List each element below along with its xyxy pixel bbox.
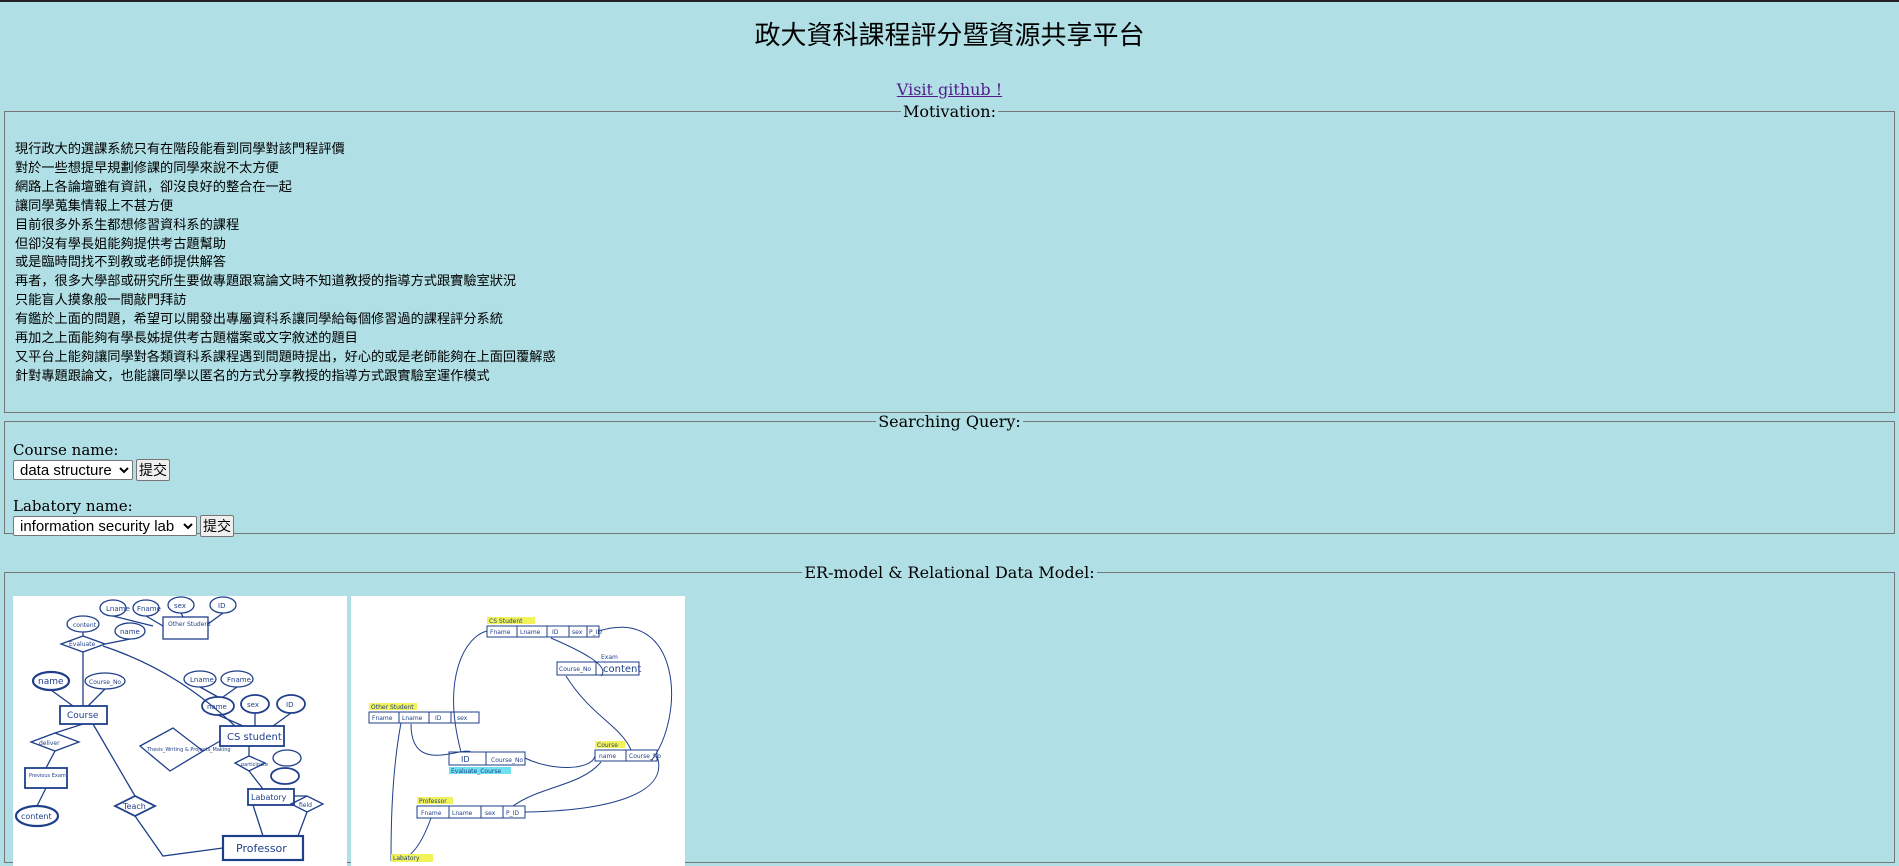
er-label: Lname <box>190 676 214 684</box>
er-legend: ER-model & Relational Data Model: <box>804 563 1095 582</box>
er-model-section: ER-model & Relational Data Model: Lname … <box>4 563 1895 866</box>
er-label: Professor <box>236 842 287 855</box>
er-label: Other Student <box>168 621 211 628</box>
rel-label: Fname <box>372 715 393 722</box>
rel-label: Lname <box>452 810 473 817</box>
er-label: Evaluate <box>69 641 96 648</box>
lab-name-select[interactable]: information security lab <box>13 516 197 536</box>
rel-label: name <box>599 753 616 760</box>
er-image-row: Lname Fname sex ID Other Student content… <box>13 596 1886 866</box>
rel-label: Course_No <box>559 666 591 673</box>
page-title: 政大資科課程評分暨資源共享平台 <box>754 21 1145 51</box>
rel-label: Course_No <box>491 757 523 764</box>
motivation-line: 對於一些想提早規劃修課的同學來說不太方便 <box>15 160 279 176</box>
searching-query-section: Searching Query: Course name: data struc… <box>4 412 1895 537</box>
rel-label: Lname <box>520 629 541 636</box>
er-label: ID <box>286 701 293 709</box>
er-label: Fname <box>137 605 161 613</box>
motivation-line: 只能盲人摸象般一間敲門拜訪 <box>15 293 187 309</box>
query-legend: Searching Query: <box>878 412 1021 431</box>
rel-label: P_ID <box>506 810 519 817</box>
er-label: name <box>207 703 227 711</box>
rel-label: ID <box>461 755 470 764</box>
er-label: ID <box>218 602 225 610</box>
motivation-line: 目前很多外系生都想修習資科系的課程 <box>15 217 240 233</box>
lab-submit-button[interactable]: 提交 <box>200 515 234 537</box>
er-label: sex <box>174 602 186 610</box>
rel-label: sex <box>457 715 468 722</box>
motivation-line: 又平台上能夠讓同學對各類資科系課程遇到問題時提出，好心的或是老師能夠在上面回覆解… <box>15 349 556 365</box>
rel-label: Course <box>597 742 618 749</box>
rel-label: Labatory <box>393 855 420 862</box>
er-label: name <box>38 677 64 687</box>
rel-label: P_ID <box>589 629 602 636</box>
er-label: name <box>120 628 140 636</box>
motivation-section: Motivation: 現行政大的選課系統只有在階段能看到同學對該門程評價 對於… <box>4 102 1895 413</box>
course-name-label: Course name: <box>13 441 119 459</box>
er-label: sex <box>247 701 259 709</box>
rel-label: Evaluate_Course <box>451 768 501 775</box>
rel-label: Fname <box>421 810 442 817</box>
rel-label: sex <box>572 629 583 636</box>
er-label: Course_No <box>89 679 121 686</box>
er-label: Teach <box>122 802 146 811</box>
course-query-row: data structure 提交 <box>13 459 1886 481</box>
rel-label: Course_No <box>629 753 661 760</box>
er-label: Lname <box>106 605 130 613</box>
rel-label: Lname <box>402 715 423 722</box>
course-name-select[interactable]: data structure <box>13 460 133 480</box>
rel-label: content <box>603 664 641 675</box>
motivation-legend: Motivation: <box>902 102 996 121</box>
er-label: content <box>73 622 97 629</box>
er-label: field <box>299 802 312 809</box>
motivation-line: 針對專題跟論文，也能讓同學以匿名的方式分享教授的指導方式跟實驗室運作模式 <box>15 368 490 384</box>
er-label: Labatory <box>251 793 287 802</box>
motivation-line: 再者，很多大學部或研究所生要做專題跟寫論文時不知道教授的指導方式跟實驗室狀況 <box>15 274 517 290</box>
motivation-line: 網路上各論壇雖有資訊，卻沒良好的整合在一起 <box>15 179 292 195</box>
lab-query-row: information security lab 提交 <box>13 515 1886 537</box>
er-label: Thesis_Writing & Projects_Making <box>146 747 231 753</box>
motivation-line: 但卻沒有學長姐能夠提供考古題幫助 <box>15 236 226 252</box>
motivation-line: 再加之上面能夠有學長姊提供考古題檔案或文字敘述的題目 <box>15 331 358 347</box>
er-label: Previous Exam <box>29 773 66 779</box>
rel-label: sex <box>485 810 496 817</box>
er-label: CS student <box>227 732 282 743</box>
motivation-line: 有鑑於上面的問題，希望可以開發出專屬資科系讓同學給每個修習過的課程評分系統 <box>15 312 503 328</box>
relational-model-image: CS Student Fname Lname ID sex P_ID Cours… <box>351 596 685 866</box>
lab-name-label: Labatory name: <box>13 497 133 515</box>
rel-label: Professor <box>419 798 447 805</box>
motivation-line: 現行政大的選課系統只有在階段能看到同學對該門程評價 <box>15 142 345 157</box>
er-label: participate <box>241 762 268 768</box>
course-submit-button[interactable]: 提交 <box>136 459 170 481</box>
rel-label: Other Student <box>371 704 414 711</box>
rel-label: Exam <box>601 654 618 661</box>
motivation-text: 現行政大的選課系統只有在階段能看到同學對該門程評價 對於一些想提早規劃修課的同學… <box>15 141 1886 387</box>
github-link-row: Visit github ! <box>0 80 1899 100</box>
rel-label: ID <box>435 715 442 722</box>
rel-label: ID <box>552 629 559 636</box>
rel-label: CS Student <box>489 618 523 625</box>
er-label: content <box>21 812 52 821</box>
github-link[interactable]: Visit github ! <box>897 80 1002 99</box>
er-label: deliver <box>39 740 60 747</box>
motivation-line: 讓同學蒐集情報上不甚方便 <box>15 198 174 214</box>
er-diagram-image: Lname Fname sex ID Other Student content… <box>13 596 347 866</box>
motivation-line: 或是臨時問找不到教或老師提供解答 <box>15 255 226 271</box>
rel-label: Fname <box>490 629 511 636</box>
er-label: Course <box>67 711 99 721</box>
er-label: Fname <box>227 676 251 684</box>
